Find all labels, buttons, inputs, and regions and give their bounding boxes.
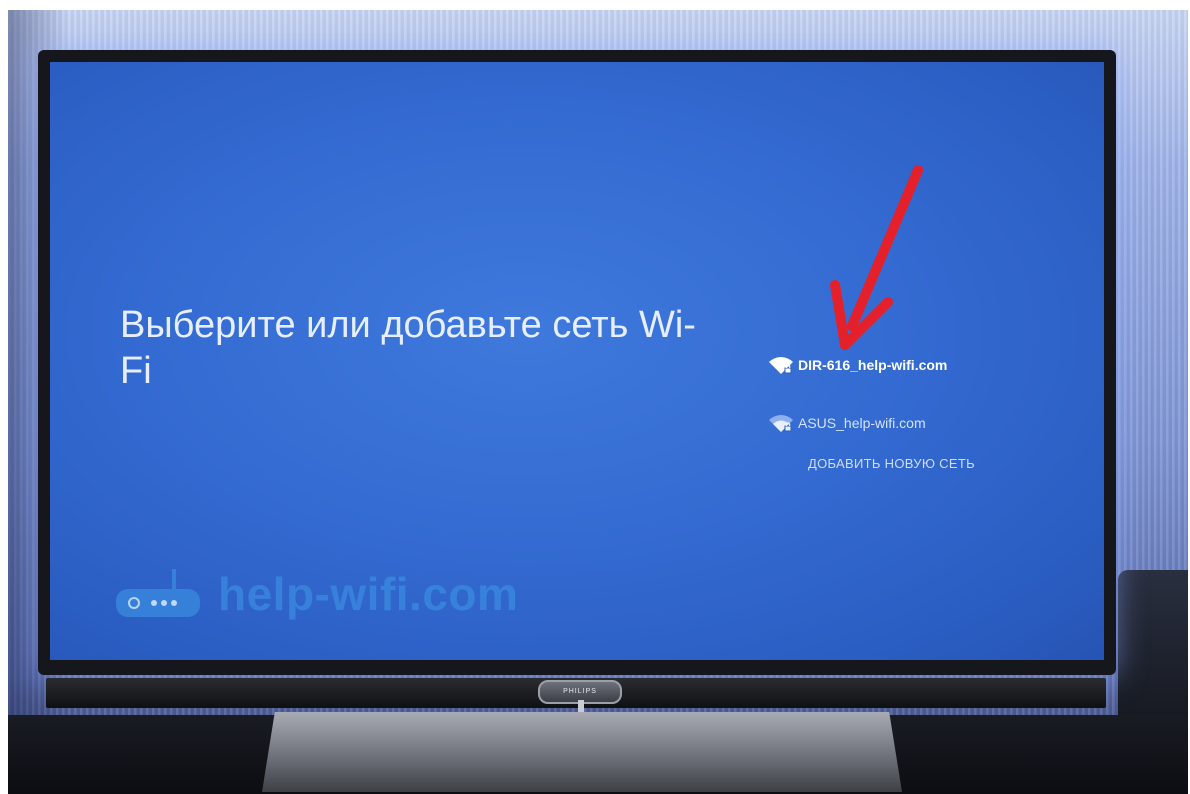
page-title: Выберите или добавьте сеть Wi-Fi — [120, 304, 696, 392]
network-list: DIR-616_help-wifi.com ASUS_help-wifi.com… — [768, 352, 1048, 471]
red-arrow-annotation — [830, 165, 923, 350]
network-item-asus[interactable]: ASUS_help-wifi.com — [768, 410, 1048, 436]
router-icon — [116, 569, 200, 617]
side-device — [1118, 570, 1188, 730]
tv-screen: Выберите или добавьте сеть Wi-Fi DIR-616… — [50, 62, 1104, 660]
add-network-button[interactable]: ДОБАВИТЬ НОВУЮ СЕТЬ — [808, 456, 1048, 471]
network-name: ASUS_help-wifi.com — [798, 415, 926, 431]
tv-stand — [262, 712, 902, 792]
watermark-text: help-wifi.com — [218, 568, 519, 620]
wifi-lock-icon — [769, 415, 793, 432]
watermark: help-wifi.com — [112, 567, 518, 621]
